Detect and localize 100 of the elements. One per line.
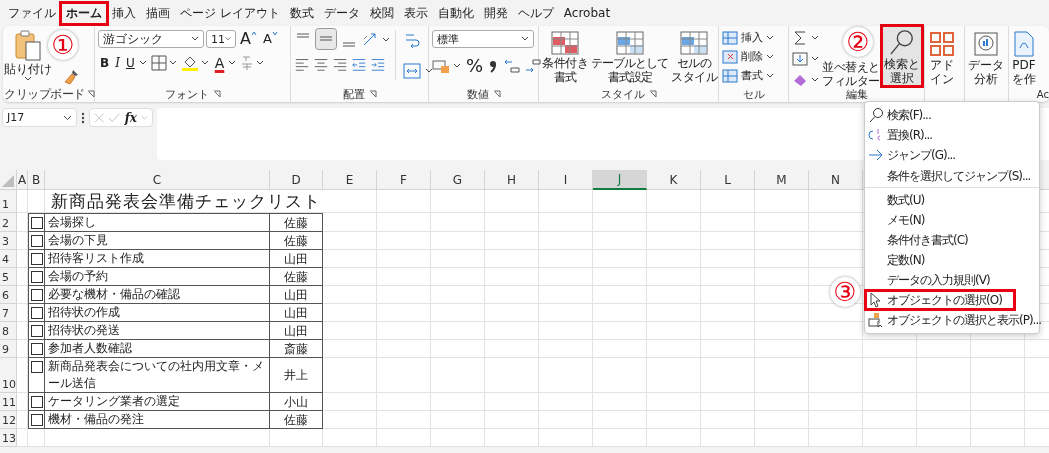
row-header[interactable]: 2 — [0, 213, 17, 232]
more-icon[interactable] — [81, 112, 85, 124]
row-header[interactable]: 6 — [0, 286, 17, 304]
decrease-indent-icon[interactable] — [351, 56, 367, 72]
caret-icon[interactable] — [168, 60, 177, 66]
dialog-launcher-icon[interactable] — [648, 90, 657, 98]
row-header[interactable]: 3 — [0, 232, 17, 250]
menu-item[interactable]: データの入力規則(V) — [865, 270, 1039, 290]
caret-icon[interactable] — [811, 35, 819, 41]
caret-icon[interactable] — [200, 60, 209, 66]
ribbon-tab[interactable]: ホーム — [61, 2, 107, 24]
ribbon-tab[interactable]: データ — [318, 2, 365, 24]
decrease-font-size-button[interactable]: A — [260, 31, 280, 47]
align-center-icon[interactable] — [313, 56, 329, 72]
style-button[interactable]: 条件付き 書式 — [542, 30, 588, 84]
row-header[interactable]: 10 — [0, 358, 17, 393]
dialog-launcher-icon[interactable] — [368, 90, 377, 98]
checkbox[interactable] — [30, 361, 43, 373]
column-header[interactable]: I — [539, 170, 593, 190]
dialog-launcher-icon[interactable] — [492, 90, 501, 98]
sort-filter-button[interactable]: 並べ替えと フィルター — [822, 60, 880, 88]
fill-color-icon[interactable] — [180, 54, 199, 72]
align-right-icon[interactable] — [332, 56, 348, 72]
ribbon-tab[interactable]: 挿入 — [107, 2, 141, 24]
autosum-icon[interactable] — [792, 30, 808, 46]
ribbon-tab[interactable]: ヘルプ — [512, 2, 559, 24]
menu-item[interactable]: 数式(U) — [865, 190, 1039, 210]
cells-menu-button[interactable]: 削除 — [722, 49, 774, 64]
caret-icon[interactable] — [228, 60, 237, 66]
column-header[interactable]: F — [377, 170, 431, 190]
row-header[interactable]: 8 — [0, 322, 17, 340]
menu-item[interactable]: メモ(N) — [865, 210, 1039, 230]
font-name-dropdown[interactable]: 游ゴシック — [98, 30, 204, 48]
align-left-icon[interactable] — [294, 56, 310, 72]
column-header[interactable]: G — [431, 170, 485, 190]
number-format-dropdown[interactable]: 標準 — [432, 30, 534, 48]
merge-cells-icon[interactable] — [402, 62, 422, 80]
ribbon-button[interactable]: データ 分析 — [968, 30, 1004, 86]
bold-button[interactable]: B — [98, 55, 112, 71]
ribbon-tab[interactable]: Acrobat — [558, 4, 616, 22]
ribbon-tab[interactable]: 校閲 — [364, 2, 399, 24]
increase-font-size-button[interactable]: A — [238, 31, 259, 47]
insert-function-button[interactable]: fx — [124, 110, 137, 125]
column-header[interactable]: J — [593, 170, 647, 190]
row-header[interactable]: 11 — [0, 393, 17, 411]
ribbon-button[interactable]: PDF を作 — [1012, 30, 1036, 86]
column-header[interactable]: C — [45, 170, 270, 190]
caret-icon[interactable] — [256, 60, 265, 66]
row-header[interactable]: 5 — [0, 268, 17, 286]
menu-item[interactable]: ジャンプ(G)... — [865, 145, 1039, 165]
increase-decimal-icon[interactable] — [503, 58, 522, 74]
column-header[interactable]: E — [323, 170, 377, 190]
font-size-dropdown[interactable]: 11 — [206, 30, 236, 48]
font-color-button[interactable]: A — [212, 55, 227, 71]
style-button[interactable]: セルの スタイル — [671, 30, 717, 84]
row-header[interactable]: 1 — [0, 190, 17, 213]
cells-menu-button[interactable]: 書式 — [722, 68, 774, 83]
ribbon-tab[interactable]: ページ レイアウト — [175, 2, 285, 24]
menu-item[interactable]: 置換(R)... — [865, 125, 1039, 145]
menu-item[interactable]: 条件を選択してジャンプ(S)... — [865, 165, 1039, 188]
caret-icon[interactable] — [138, 60, 147, 66]
find-select-button[interactable]: 検索と 選択 — [882, 27, 921, 85]
name-box[interactable]: J17 — [2, 108, 77, 127]
column-header[interactable]: H — [485, 170, 539, 190]
menu-item[interactable]: 条件付き書式(C) — [865, 230, 1039, 250]
row-header[interactable]: 7 — [0, 304, 17, 322]
menu-item[interactable]: オブジェクトの選択(O) — [865, 290, 1015, 310]
style-button[interactable]: テーブルとして 書式設定 — [591, 30, 668, 84]
row-header[interactable]: 12 — [0, 411, 17, 429]
underline-button[interactable]: U — [123, 55, 137, 71]
dialog-launcher-icon[interactable] — [212, 90, 221, 98]
caret-icon[interactable] — [453, 63, 461, 69]
percent-button[interactable]: % — [464, 58, 486, 74]
column-header[interactable]: K — [647, 170, 701, 190]
cells-menu-button[interactable]: 挿入 — [722, 30, 774, 45]
borders-icon[interactable] — [150, 55, 167, 71]
ribbon-button[interactable]: アド イン — [928, 30, 956, 86]
comma-style-icon[interactable] — [488, 58, 499, 74]
menu-item[interactable]: 検索(F)... — [865, 105, 1039, 125]
ribbon-tab[interactable]: 開発 — [478, 2, 513, 24]
caret-icon[interactable] — [425, 68, 433, 74]
caret-icon[interactable] — [382, 37, 390, 43]
column-header[interactable]: M — [755, 170, 809, 190]
menu-item[interactable]: オブジェクトの選択と表示(P)... — [865, 310, 1039, 330]
column-header[interactable]: N — [809, 170, 863, 190]
column-header[interactable]: B — [28, 170, 45, 190]
menu-item[interactable]: 定数(N) — [865, 250, 1039, 270]
column-header[interactable]: D — [270, 170, 323, 190]
dialog-launcher-icon[interactable] — [86, 90, 95, 98]
ribbon-tab[interactable]: 数式 — [284, 2, 319, 24]
column-header[interactable]: L — [701, 170, 755, 190]
ribbon-tab[interactable]: 描画 — [141, 2, 175, 24]
format-painter-icon[interactable] — [63, 68, 81, 86]
decrease-decimal-icon[interactable] — [524, 58, 543, 74]
caret-icon[interactable] — [811, 56, 819, 62]
row-header[interactable]: 9 — [0, 340, 17, 358]
increase-indent-icon[interactable] — [370, 56, 386, 72]
caret-icon[interactable] — [811, 77, 819, 83]
row-header[interactable]: 4 — [0, 250, 17, 268]
ribbon-tab[interactable]: 自動化 — [432, 2, 479, 24]
